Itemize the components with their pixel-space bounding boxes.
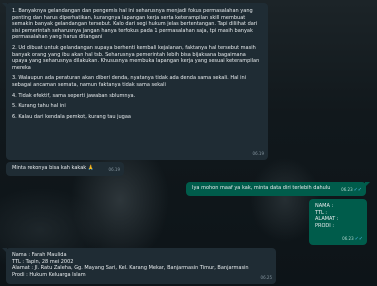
form-field-label: ALAMAT : xyxy=(315,216,339,223)
message-time: 06.19 xyxy=(108,167,120,173)
message-time: 06.23✓✓ xyxy=(341,187,362,194)
message-text: 5. Kurang tahu hal ini xyxy=(12,103,66,110)
message-text: 3. Walaupun ada peraturan akan diberi de… xyxy=(12,75,247,88)
message-bubble-incoming[interactable]: 1. Banyaknya gelandangan dan pengemis ha… xyxy=(2,3,268,160)
message-text: 2. Ud dibuat untuk gelandangan supaya be… xyxy=(12,44,260,71)
bio-address: Alamat : Jl. Ratu Zaleha, Gg. Mayang Sar… xyxy=(12,265,249,272)
form-field-label: PRODI : xyxy=(315,222,335,229)
message-bubble-incoming[interactable]: Minta rekonya bisa kah kakak 🙏 06.19 xyxy=(6,162,124,176)
bio-birth: TTL : Tapin, 28 mei 2002 xyxy=(12,258,74,265)
message-bubble-outgoing[interactable]: Iya mohon maaf ya kak, minta data diri t… xyxy=(186,182,370,196)
form-field-label: NAMA : xyxy=(315,203,334,209)
bio-program: Prodi : Hukum Keluarga Islam xyxy=(12,271,86,278)
message-time: 06.25 xyxy=(260,275,272,281)
message-time: 06.23✓✓ xyxy=(342,236,363,243)
read-receipt-icon: ✓✓ xyxy=(354,236,363,243)
form-field-label: TTL : xyxy=(315,209,328,216)
message-text: 4. Tidak efektif, sama seperti jawaban s… xyxy=(12,92,136,99)
message-text: Iya mohon maaf ya kak, minta data diri t… xyxy=(192,185,331,191)
message-bubble-incoming[interactable]: Nama : Farah Maulida TTL : Tapin, 28 mei… xyxy=(2,248,276,284)
message-time: 06.19 xyxy=(252,151,264,157)
message-text: 6. Kalau dari kendala pemkot, kurang tau… xyxy=(12,113,131,120)
message-text: 1. Banyaknya gelandangan dan pengemis ha… xyxy=(12,8,258,41)
read-receipt-icon: ✓✓ xyxy=(353,187,362,194)
message-bubble-outgoing[interactable]: NAMA : TTL : ALAMAT : PRODI : 06.23✓✓ xyxy=(309,199,367,245)
bio-name: Nama : Farah Maulida xyxy=(12,252,67,258)
message-text: Minta rekonya bisa kah kakak 🙏 xyxy=(12,165,94,171)
